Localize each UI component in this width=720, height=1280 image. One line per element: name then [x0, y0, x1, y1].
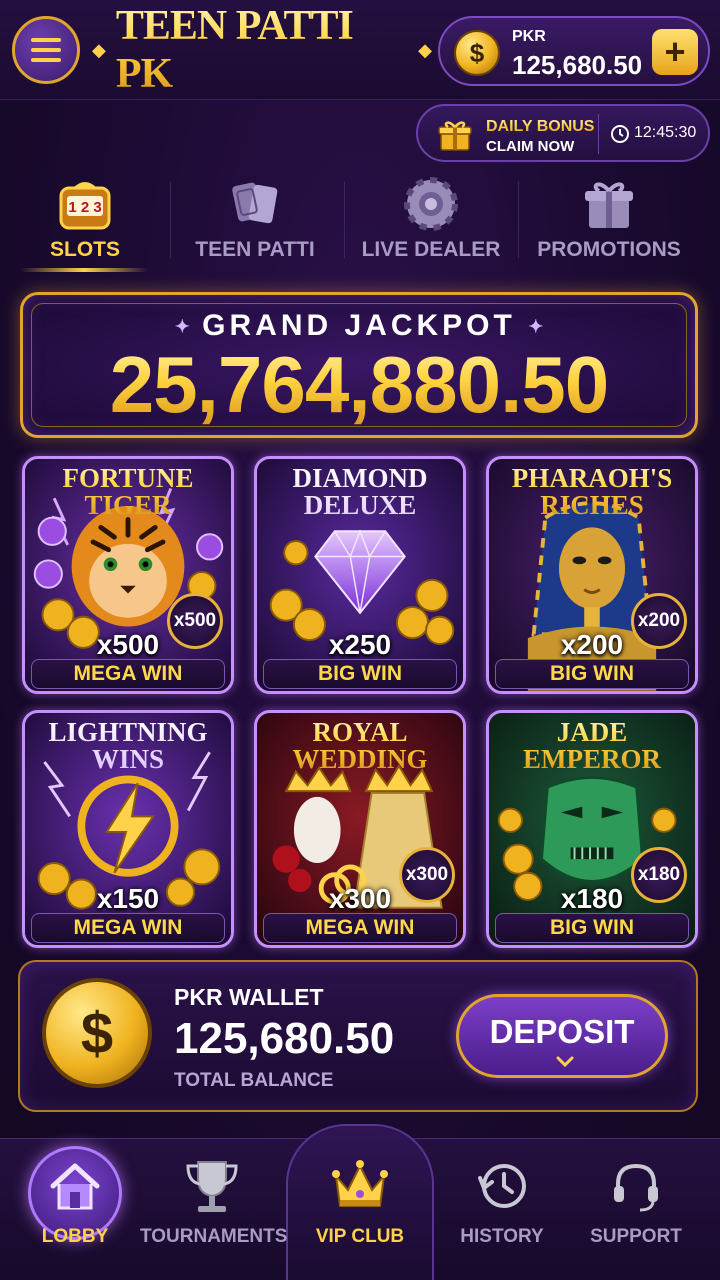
win-label: BIG WIN: [263, 659, 457, 689]
game-multiplier: x180: [560, 883, 624, 914]
nav-history[interactable]: HISTORY: [430, 1146, 574, 1276]
game-title: PHARAOH'S RICHES: [489, 465, 695, 519]
game-title-text: JADE EMPEROR: [523, 717, 661, 774]
add-funds-button[interactable]: +: [652, 29, 698, 75]
nav-tournaments-label: TOURNAMENTS: [140, 1226, 288, 1247]
nav-history-label: HISTORY: [460, 1226, 544, 1247]
game-card-diamond-deluxe[interactable]: DIAMOND DELUXE x250 BIG WIN: [254, 456, 466, 694]
game-multiplier: x300: [328, 883, 392, 914]
app-logo: ◆ TEEN PATTI PK ◆: [92, 3, 432, 97]
tab-promotions[interactable]: PROMOTIONS: [524, 172, 694, 272]
nav-vip-club[interactable]: VIP CLUB: [288, 1146, 432, 1276]
game-title-text: ROYAL WEDDING: [292, 717, 428, 774]
tab-slots-label: SLOTS: [49, 238, 120, 261]
game-card-royal-wedding[interactable]: ROYAL WEDDING x300 x300 MEGA WIN: [254, 710, 466, 948]
game-multiplier: x150: [96, 883, 160, 914]
game-title: JADE EMPEROR: [489, 719, 695, 773]
svg-text:1 2 3: 1 2 3: [68, 199, 101, 216]
clock-icon: [611, 125, 629, 143]
wallet-label: PKR WALLET: [174, 984, 324, 1010]
gift-icon: [438, 121, 472, 151]
balance-currency: PKR: [512, 28, 546, 45]
wallet-amount: 125,680.50: [174, 1014, 395, 1063]
category-tabs: 1 2 3 SLOTS TEEN PATTI LIVE DEALER PROMO…: [0, 172, 720, 272]
game-title: FORTUNE TIGER: [25, 465, 231, 519]
tab-live-dealer-label: LIVE DEALER: [361, 238, 501, 261]
nav-lobby[interactable]: LOBBY: [3, 1146, 147, 1276]
tab-live-dealer[interactable]: LIVE DEALER: [346, 172, 516, 272]
nav-support-label: SUPPORT: [590, 1226, 682, 1247]
jackpot-amount: 25,764,880.50: [23, 341, 695, 429]
nav-vip-club-label: VIP CLUB: [315, 1226, 405, 1247]
top-bar: ◆ TEEN PATTI PK ◆ $ PKR 125,680.50 +: [0, 0, 720, 100]
headset-icon: [614, 1163, 658, 1212]
trophy-icon: [186, 1161, 238, 1212]
wallet-panel: $ PKR WALLET 125,680.50 TOTAL BALANCE DE…: [18, 960, 698, 1112]
chevron-down-icon: [556, 1056, 574, 1068]
deposit-button[interactable]: DEPOSIT: [456, 994, 668, 1078]
jackpot-label: GRAND JACKPOT: [202, 309, 516, 342]
gift-icon: [585, 182, 633, 228]
balance-amount: 125,680.50: [512, 50, 643, 80]
win-label: MEGA WIN: [31, 659, 225, 689]
deposit-label: DEPOSIT: [489, 1013, 635, 1050]
game-title-text: DIAMOND DELUXE: [292, 463, 428, 520]
win-label: MEGA WIN: [263, 913, 457, 943]
nav-tournaments[interactable]: TOURNAMENTS: [140, 1146, 288, 1276]
game-multiplier: x200: [560, 629, 624, 660]
tab-slots[interactable]: 1 2 3 SLOTS: [0, 172, 170, 272]
game-title-text: LIGHTNING WINS: [48, 717, 208, 774]
win-label: BIG WIN: [495, 659, 689, 689]
crown-icon: [332, 1160, 388, 1207]
hamburger-icon: [31, 38, 61, 62]
claim-now-label: CLAIM NOW: [486, 138, 575, 155]
tab-promotions-label: PROMOTIONS: [537, 238, 681, 261]
game-multiplier: x500: [96, 629, 160, 660]
sparkle-right-icon: ◆: [418, 39, 432, 60]
balance-pill[interactable]: $ PKR 125,680.50 +: [438, 16, 710, 86]
bonus-timer: 12:45:30: [634, 124, 697, 141]
jackpot-title: ✦ GRAND JACKPOT ✦: [23, 309, 695, 343]
sparkle-left-icon: ◆: [92, 39, 106, 60]
active-tab-indicator: [20, 268, 148, 272]
nav-lobby-label: LOBBY: [41, 1226, 109, 1247]
history-icon: [478, 1164, 526, 1208]
nav-support[interactable]: SUPPORT: [564, 1146, 708, 1276]
wallet-coin-icon: $: [42, 978, 152, 1088]
coin-icon: $: [454, 30, 500, 76]
poker-chip-icon: [404, 177, 458, 231]
home-icon: [50, 1163, 100, 1210]
game-title-text: FORTUNE TIGER: [62, 463, 194, 520]
wallet-subtitle: TOTAL BALANCE: [174, 1070, 334, 1091]
game-title: LIGHTNING WINS: [25, 719, 231, 773]
game-card-lightning-wins[interactable]: LIGHTNING WINS x150 MEGA WIN: [22, 710, 234, 948]
sparkle-icon: ✦: [174, 316, 190, 337]
sparkle-icon: ✦: [528, 316, 544, 337]
win-label: MEGA WIN: [31, 913, 225, 943]
tab-divider: [518, 182, 519, 258]
game-title-text: PHARAOH'S RICHES: [511, 463, 673, 520]
tab-divider: [344, 182, 345, 258]
game-title: ROYAL WEDDING: [257, 719, 463, 773]
game-card-fortune-tiger[interactable]: FORTUNE TIGER x500 x500 MEGA WIN: [22, 456, 234, 694]
daily-bonus-button[interactable]: DAILY BONUS CLAIM NOW 12:45:30: [416, 104, 710, 162]
cards-icon: [232, 182, 278, 224]
slot-machine-icon: 1 2 3: [59, 182, 111, 230]
game-card-pharaohs-riches[interactable]: PHARAOH'S RICHES x200 x200 BIG WIN: [486, 456, 698, 694]
grand-jackpot-banner: ✦ GRAND JACKPOT ✦ 25,764,880.50: [20, 292, 698, 438]
tab-teen-patti-label: TEEN PATTI: [195, 238, 315, 261]
game-multiplier: x250: [328, 629, 392, 660]
menu-button[interactable]: [12, 16, 80, 84]
daily-bonus-label: DAILY BONUS: [486, 118, 595, 135]
game-card-jade-emperor[interactable]: JADE EMPEROR x180 x180 BIG WIN: [486, 710, 698, 948]
game-title: DIAMOND DELUXE: [257, 465, 463, 519]
win-label: BIG WIN: [495, 913, 689, 943]
bonus-divider: [598, 114, 599, 154]
tab-teen-patti[interactable]: TEEN PATTI: [170, 172, 340, 272]
app-title: TEEN PATTI PK: [116, 2, 408, 98]
